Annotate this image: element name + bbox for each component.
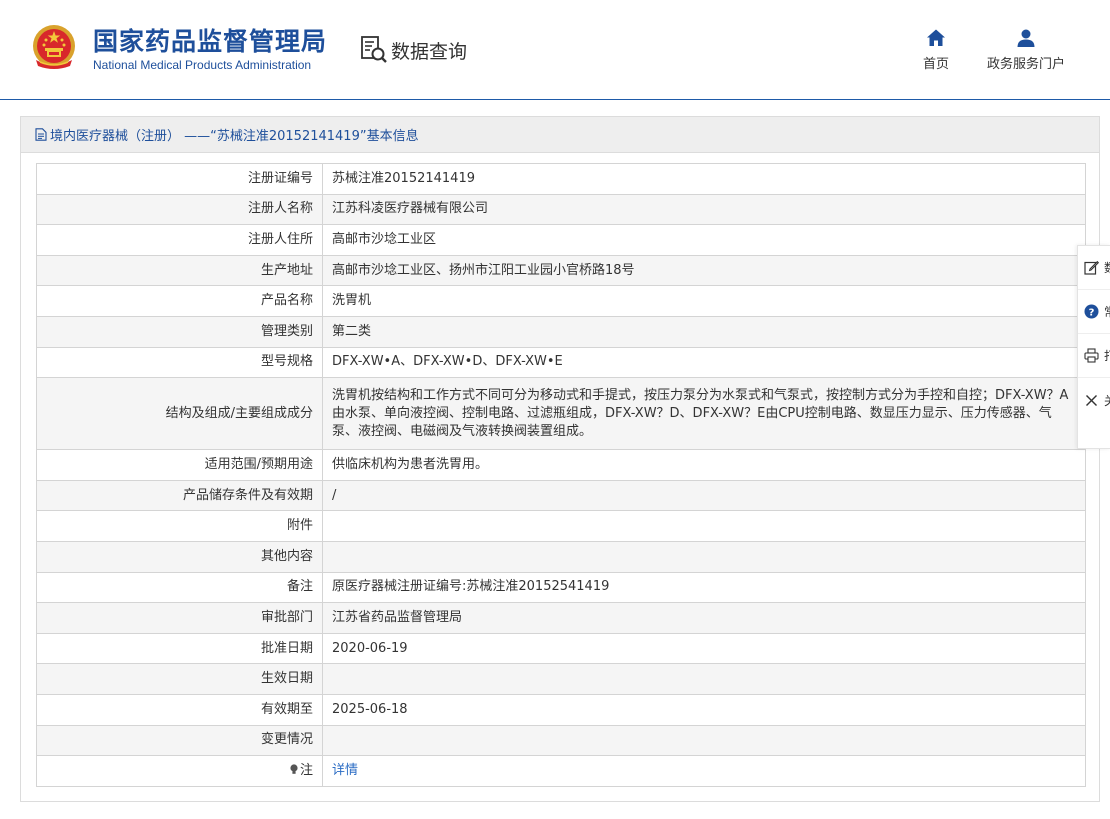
table-row: 附件 [36,510,1086,542]
side-item-print[interactable]: 打 [1078,334,1110,378]
nav-home-label: 首页 [922,57,949,72]
row-label: 注册人名称 [36,193,323,226]
close-icon [1086,394,1097,406]
row-label: 生产地址 [36,254,323,287]
table-row: 结构及组成/主要组成成分 洗胃机按结构和工作方式不同可分为移动式和手提式，按压力… [36,377,1086,451]
panel-title: 境内医疗器械（注册） ——“苏械注准20152141419”基本信息 [21,117,1099,153]
table-row: 备注 原医疗器械注册证编号:苏械注准20152541419 [36,571,1086,604]
row-label: 产品储存条件及有效期 [36,479,323,512]
row-label: 批准日期 [36,632,323,665]
table-row: 生产地址 高邮市沙埝工业区、扬州市江阳工业园小官桥路18号 [36,254,1086,287]
row-value: 洗胃机 [322,285,1086,317]
table-row: 型号规格 DFX-XW•A、DFX-XW•D、DFX-XW•E [36,346,1086,379]
row-label: 其他内容 [36,540,323,573]
side-item-faq[interactable]: ? 常 [1078,290,1110,334]
side-item-data[interactable]: 数 [1078,246,1110,290]
data-query-label: 数据查询 [391,40,468,63]
row-value: 2025-06-18 [322,693,1086,726]
row-label: 型号规格 [36,346,323,379]
details-link[interactable]: 详情 [332,763,358,778]
lightbulb-icon [290,764,298,774]
table-row: 适用范围/预期用途 供临床机构为患者洗胃用。 [36,449,1086,481]
row-value: 洗胃机按结构和工作方式不同可分为移动式和手提式，按压力泵分为水泵式和气泵式，按控… [322,377,1086,451]
table-row: 审批部门 江苏省药品监督管理局 [36,602,1086,634]
row-label: 有效期至 [36,693,323,726]
table-row: 注册证编号 苏械注准20152141419 [36,163,1086,195]
table-row: 产品名称 洗胃机 [36,285,1086,317]
row-label: 注册证编号 [36,163,323,195]
table-row: 产品储存条件及有效期 / [36,479,1086,512]
table-row: 批准日期 2020-06-19 [36,632,1086,665]
table-row: 管理类别 第二类 [36,315,1086,348]
site-title-en: National Medical Products Administration [93,58,312,72]
user-icon [1017,29,1035,47]
row-label: 附件 [36,510,323,542]
row-value: / [322,479,1086,512]
row-label: 结构及组成/主要组成成分 [36,377,323,451]
row-value: 第二类 [322,315,1086,348]
site-title-cn: 国家药品监督管理局 [93,27,328,56]
row-value [322,540,1086,573]
row-label: 审批部门 [36,602,323,634]
info-table: 注册证编号 苏械注准20152141419 注册人名称 江苏科凌医疗器械有限公司… [36,163,1086,787]
table-row: 注册人名称 江苏科凌医疗器械有限公司 [36,193,1086,226]
document-search-icon [361,36,387,63]
row-value: 2020-06-19 [322,632,1086,665]
row-value: 江苏科凌医疗器械有限公司 [322,193,1086,226]
edit-icon [1084,260,1099,275]
side-item-data-label: 数 [1104,259,1110,276]
nav-service-portal-label: 政务服务门户 [986,57,1065,72]
row-label: 注册人住所 [36,224,323,256]
table-row: 其他内容 [36,540,1086,573]
row-value: 详情 [322,755,1086,787]
row-label: 备注 [36,571,323,604]
side-item-close[interactable]: 关 [1078,378,1110,422]
row-label: 适用范围/预期用途 [36,449,323,481]
row-value: 苏械注准20152141419 [322,163,1086,195]
svg-text:?: ? [1089,307,1095,318]
printer-icon [1084,348,1099,363]
row-label: 产品名称 [36,285,323,317]
row-value [322,510,1086,542]
table-row: 注册人住所 高邮市沙埝工业区 [36,224,1086,256]
row-label: 生效日期 [36,663,323,695]
row-label: 变更情况 [36,724,323,757]
document-icon [35,128,47,141]
table-row: 有效期至 2025-06-18 [36,693,1086,726]
row-label: 管理类别 [36,315,323,348]
help-icon: ? [1084,304,1099,319]
table-row: 变更情况 [36,724,1086,757]
detail-panel: 境内医疗器械（注册） ——“苏械注准20152141419”基本信息 注册证编号… [20,116,1100,802]
note-label: 注 [299,762,313,778]
home-icon [927,29,945,46]
side-item-faq-label: 常 [1104,303,1110,320]
data-query-heading: 数据查询 [360,35,467,65]
table-row: 生效日期 [36,663,1086,695]
row-value: DFX-XW•A、DFX-XW•D、DFX-XW•E [322,346,1086,379]
row-value: 供临床机构为患者洗胃用。 [322,449,1086,481]
site-header: 国家药品监督管理局 National Medical Products Admi… [0,0,1110,100]
floating-side-toolbar: 数 ? 常 打 关 [1077,245,1110,449]
side-item-print-label: 打 [1104,347,1110,364]
row-value: 江苏省药品监督管理局 [322,602,1086,634]
national-emblem-icon [33,25,75,69]
nav-home[interactable]: 首页 [916,28,956,72]
row-label-note: 注 [36,755,323,787]
nav-service-portal[interactable]: 政务服务门户 [984,28,1068,72]
row-value [322,663,1086,695]
row-value: 高邮市沙埝工业区、扬州市江阳工业园小官桥路18号 [322,254,1086,287]
row-value: 原医疗器械注册证编号:苏械注准20152541419 [322,571,1086,604]
row-value [322,724,1086,757]
side-item-close-label: 关 [1104,392,1110,409]
row-value: 高邮市沙埝工业区 [322,224,1086,256]
panel-title-text: 境内医疗器械（注册） ——“苏械注准20152141419”基本信息 [50,129,419,144]
table-row: 注 详情 [36,755,1086,787]
